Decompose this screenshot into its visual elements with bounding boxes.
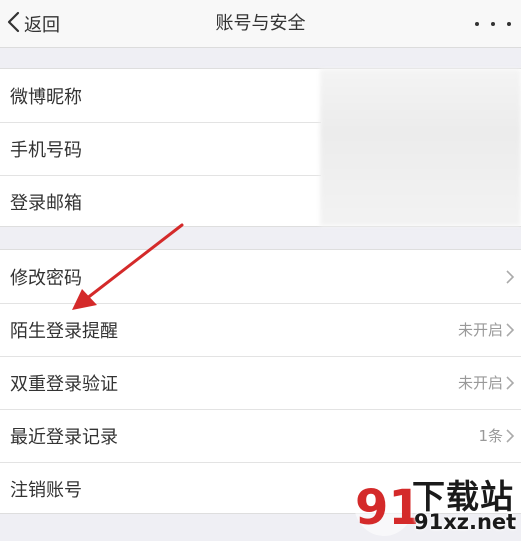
row-label: 手机号码	[10, 139, 82, 161]
chevron-right-icon	[505, 375, 515, 390]
row-label: 双重登录验证	[10, 373, 118, 395]
row-two-factor-login[interactable]: 双重登录验证 未开启	[0, 356, 521, 409]
row-login-email[interactable]: 登录邮箱	[0, 175, 521, 228]
row-change-password[interactable]: 修改密码	[0, 250, 521, 303]
row-label: 最近登录记录	[10, 426, 118, 448]
back-button[interactable]: 返回	[6, 0, 60, 48]
row-label: 注销账号	[10, 479, 82, 501]
chevron-left-icon	[6, 11, 22, 37]
account-info-group: 微博昵称 手机号码 登录邮箱	[0, 68, 521, 227]
row-value: 未开启	[457, 321, 503, 339]
row-label: 陌生登录提醒	[10, 320, 118, 342]
row-weibo-nickname[interactable]: 微博昵称	[0, 69, 521, 122]
row-label: 修改密码	[10, 267, 82, 289]
row-unfamiliar-login-alert[interactable]: 陌生登录提醒 未开启	[0, 303, 521, 356]
more-options-button[interactable]	[475, 0, 511, 48]
row-label: 登录邮箱	[10, 192, 82, 214]
more-dot-icon	[507, 22, 511, 26]
navigation-bar: 返回 账号与安全	[0, 0, 521, 48]
more-dot-icon	[475, 22, 479, 26]
chevron-right-icon	[505, 269, 515, 284]
more-dot-icon	[491, 22, 495, 26]
chevron-right-icon	[505, 322, 515, 337]
back-label: 返回	[24, 15, 60, 36]
row-value: 1条	[478, 427, 503, 445]
row-value: 未开启	[457, 374, 503, 392]
page-title: 账号与安全	[215, 13, 306, 34]
row-phone-number[interactable]: 手机号码	[0, 122, 521, 175]
chevron-right-icon	[505, 428, 515, 443]
row-delete-account[interactable]: 注销账号	[0, 462, 521, 515]
row-label: 微博昵称	[10, 86, 82, 108]
security-settings-group: 修改密码 陌生登录提醒 未开启 双重登录验证 未开启 最近登录记录 1条 注销账…	[0, 249, 521, 514]
row-recent-login-records[interactable]: 最近登录记录 1条	[0, 409, 521, 462]
